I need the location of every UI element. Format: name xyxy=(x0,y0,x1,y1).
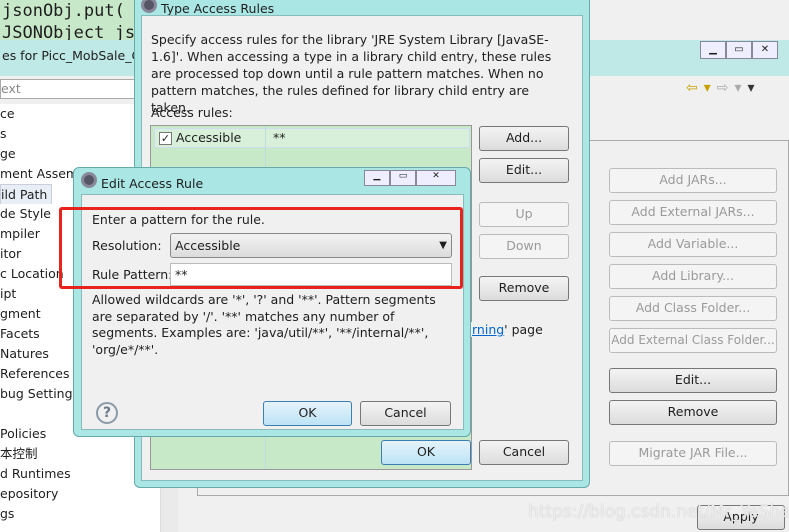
down-button[interactable]: Down xyxy=(479,234,569,259)
tree-item-label: ild Path xyxy=(0,184,53,204)
add-external-jars-button[interactable]: Add External JARs... xyxy=(609,200,777,225)
tree-item[interactable]: gs xyxy=(0,504,160,524)
add-class-folder-button[interactable]: Add Class Folder... xyxy=(609,296,777,321)
minimize-icon[interactable]: ▁ xyxy=(364,170,390,186)
warning-link[interactable]: rning xyxy=(472,322,504,337)
tree-item-label: Policies xyxy=(0,426,47,441)
window-controls: ▁ ▭ ✕ xyxy=(364,170,456,186)
dialog-title: Edit Access Rule xyxy=(100,176,204,191)
table-row[interactable]: ✓ Accessible ** xyxy=(154,128,470,148)
ok-button[interactable]: OK xyxy=(381,440,471,465)
add-variable-button[interactable]: Add Variable... xyxy=(609,232,777,257)
tree-item-label: ge xyxy=(0,146,16,161)
rule-kind: Accessible xyxy=(176,130,242,145)
window-controls: ▁ ▭ ✕ xyxy=(700,41,778,59)
tree-item-label: itor xyxy=(0,246,22,261)
migrate-jar-button[interactable]: Migrate JAR File... xyxy=(609,441,777,466)
minimize-icon[interactable]: ▁ xyxy=(700,41,726,59)
ok-button[interactable]: OK xyxy=(263,401,352,426)
rule-pattern: ** xyxy=(273,130,286,145)
cancel-button[interactable]: Cancel xyxy=(360,401,451,426)
tree-item-label: 本控制 xyxy=(0,446,38,461)
dialog-title-bar: Type Access Rules xyxy=(141,0,274,16)
edit-button[interactable]: Edit... xyxy=(609,368,777,393)
eclipse-icon xyxy=(81,172,97,188)
tree-item-label: epository xyxy=(0,486,59,501)
tree-item-label: mpiler xyxy=(0,226,40,241)
forward-arrow-icon[interactable]: ⇨▾ xyxy=(717,80,748,96)
history-nav: ⇦▾⇨▾▾ xyxy=(686,80,761,96)
tree-item-label: gment xyxy=(0,306,41,321)
tree-item-label: bug Settings xyxy=(0,386,80,401)
wildcard-help-text: Allowed wildcards are '*', '?' and '**'.… xyxy=(92,292,436,357)
add-jars-button[interactable]: Add JARs... xyxy=(609,168,777,193)
tree-item-label: d Runtimes xyxy=(0,466,71,481)
add-external-class-folder-button[interactable]: Add External Class Folder... xyxy=(609,328,777,353)
menu-chevron-icon[interactable]: ▾ xyxy=(748,80,761,96)
remove-button[interactable]: Remove xyxy=(609,400,777,425)
tree-item-label: s xyxy=(0,126,7,141)
tree-item-label: Facets xyxy=(0,326,40,341)
add-rule-button[interactable]: Add... xyxy=(479,126,569,151)
tree-item-label: de Style xyxy=(0,206,51,221)
tree-item-label: ce xyxy=(0,106,15,121)
description-text: Specify access rules for the library 'JR… xyxy=(151,32,552,115)
maximize-icon[interactable]: ▭ xyxy=(726,41,752,59)
tree-item-label: ipt xyxy=(0,286,17,301)
dialog-title-bar: Edit Access Rule xyxy=(81,172,203,191)
edit-rule-button[interactable]: Edit... xyxy=(479,158,569,183)
close-icon[interactable]: ✕ xyxy=(752,41,778,59)
tree-item-label: c Location xyxy=(0,266,64,281)
link-suffix: ' page xyxy=(504,322,543,337)
warning-link-text: rning' page xyxy=(470,322,543,337)
code-line: jsonObj.put( c xyxy=(2,1,140,21)
add-library-button[interactable]: Add Library... xyxy=(609,264,777,289)
tree-item-label: References xyxy=(0,366,70,381)
up-button[interactable]: Up xyxy=(479,202,569,227)
remove-rule-button[interactable]: Remove xyxy=(479,276,569,301)
cancel-button[interactable]: Cancel xyxy=(479,440,569,465)
maximize-icon[interactable]: ▭ xyxy=(390,170,416,186)
highlight-box xyxy=(59,207,463,289)
eclipse-icon xyxy=(141,0,157,13)
close-icon[interactable]: ✕ xyxy=(416,170,456,186)
rule-checkbox[interactable]: ✓ xyxy=(159,132,172,145)
back-arrow-icon[interactable]: ⇦▾ xyxy=(686,80,717,96)
tree-item-label: Natures xyxy=(0,346,49,361)
help-icon[interactable]: ? xyxy=(96,402,118,424)
dialog-title: Type Access Rules xyxy=(160,1,275,16)
watermark: https://blog.csdn.net/Mr_YeShenFei xyxy=(528,502,789,522)
properties-title: es for Picc_MobSale_Co xyxy=(2,48,140,63)
access-rules-label: Access rules: xyxy=(151,105,233,120)
tree-item-label: gs xyxy=(0,506,15,521)
